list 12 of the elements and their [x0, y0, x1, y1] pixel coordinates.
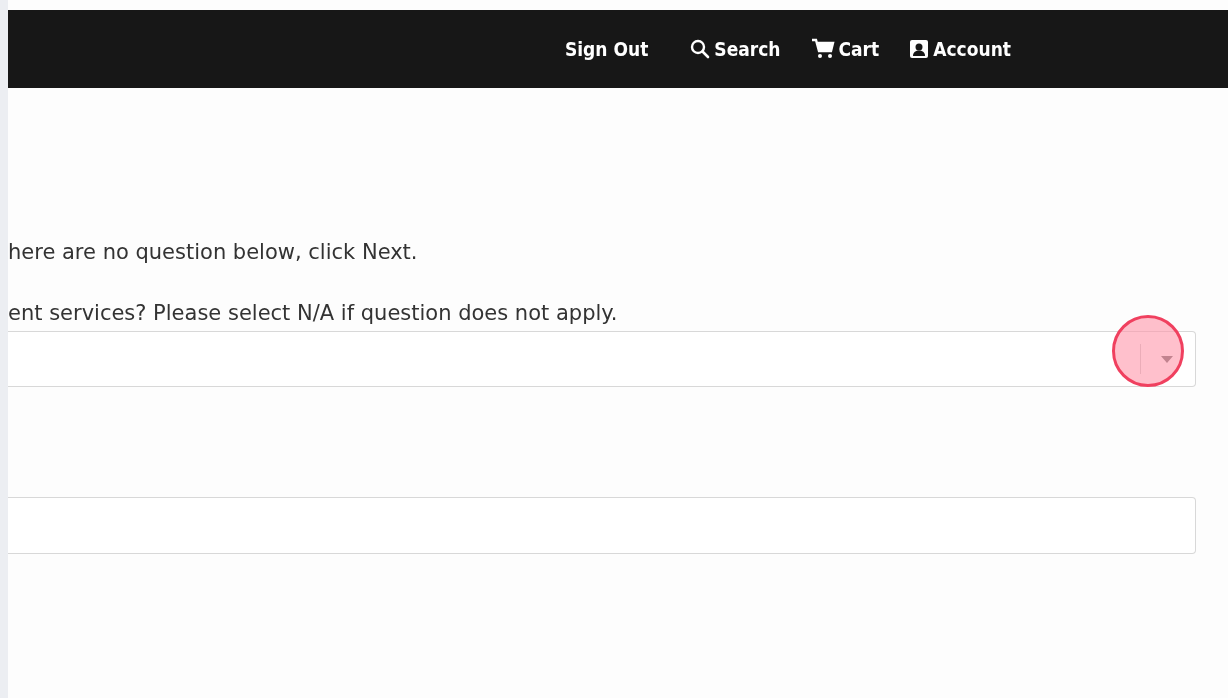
search-link[interactable]: Search — [690, 38, 781, 60]
sign-out-link[interactable]: Sign Out — [564, 38, 649, 60]
dropdown-field[interactable] — [8, 331, 1196, 387]
cart-link[interactable]: Cart — [810, 38, 880, 60]
question-label: ent services? Please select N/A if question does not apply. — [8, 301, 619, 325]
instruction-text: here are no question below, click Next. — [8, 240, 419, 264]
caret-icon — [1161, 355, 1173, 363]
search-icon — [690, 39, 711, 59]
cart-icon — [810, 38, 835, 60]
account-icon — [909, 39, 930, 59]
account-link[interactable]: Account — [909, 38, 1011, 60]
input-field[interactable] — [8, 497, 1196, 554]
